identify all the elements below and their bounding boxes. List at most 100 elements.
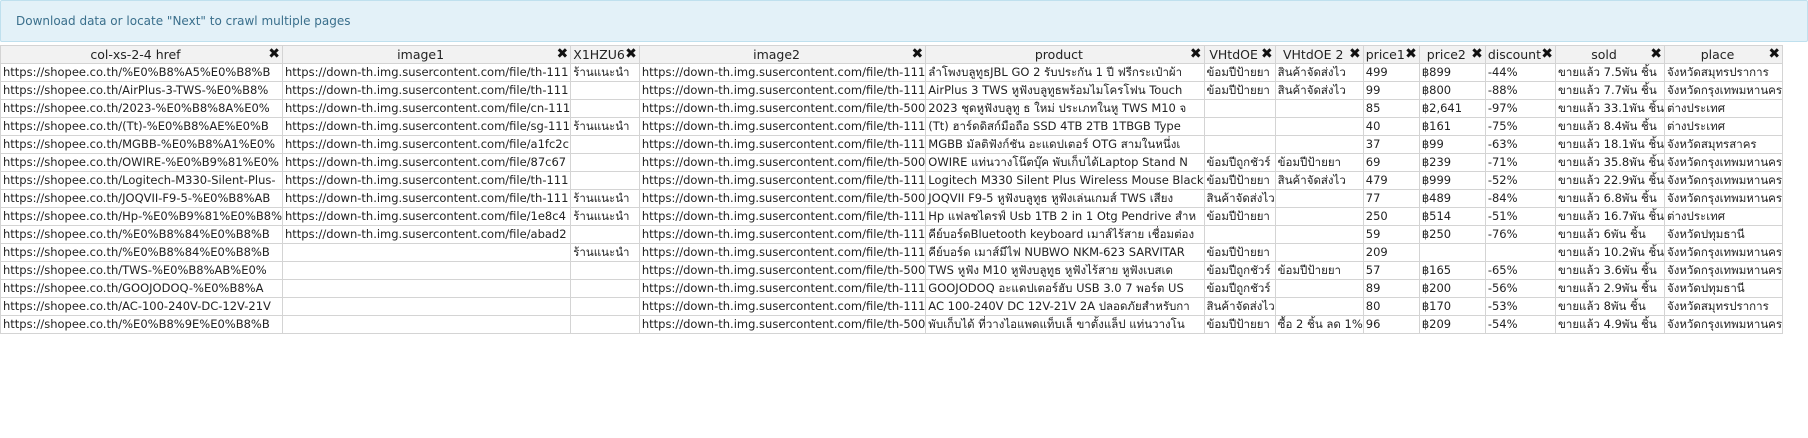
table-row: https://shopee.co.th/AirPlus-3-TWS-%E0%B…: [0, 81, 1784, 100]
table-cell: -44%: [1484, 63, 1557, 82]
column-header-label: price2: [1426, 47, 1466, 62]
header-row: col-xs-2-4 href ✖ image1 ✖ X1HZU6 ✖ image2 ✖ pro…: [0, 45, 1784, 64]
column-header[interactable]: image1 ✖: [281, 45, 572, 64]
table-cell: https://down-th.img.susercontent.com/fil…: [638, 153, 927, 172]
table-cell: จังหวัดสมุทรปราการ: [1663, 63, 1784, 82]
table-cell: -65%: [1484, 261, 1557, 280]
table-cell: https://down-th.img.susercontent.com/fil…: [638, 261, 927, 280]
table-cell: [1484, 243, 1557, 262]
table-cell: [1274, 279, 1364, 298]
table-cell: ร้านแนะนำ: [570, 117, 640, 136]
remove-column-icon[interactable]: ✖: [1190, 47, 1202, 63]
remove-column-icon[interactable]: ✖: [1349, 47, 1361, 63]
table-cell: 209: [1362, 243, 1420, 262]
table-cell: ข้อมปีป้ายยา: [1203, 81, 1276, 100]
table-cell: [570, 225, 640, 244]
table-cell: ฿800: [1418, 81, 1486, 100]
remove-column-icon[interactable]: ✖: [625, 47, 637, 63]
remove-column-icon[interactable]: ✖: [1541, 47, 1553, 63]
table-cell: https://down-th.img.susercontent.com/fil…: [638, 135, 927, 154]
table-cell: ขายแล้ว 33.1พัน ชิ้น: [1555, 99, 1665, 118]
table-cell: -52%: [1484, 171, 1557, 190]
column-header[interactable]: place ✖: [1663, 45, 1784, 64]
table-cell: จังหวัดกรุงเทพมหานคร: [1663, 171, 1784, 190]
table-cell: https://shopee.co.th/%E0%B8%A5%E0%B8%B: [0, 63, 283, 82]
remove-column-icon[interactable]: ✖: [557, 47, 569, 63]
column-header[interactable]: product ✖: [925, 45, 1205, 64]
table-cell: ข้อมปีถูกชัวร์: [1203, 261, 1276, 280]
table-cell: [1274, 135, 1364, 154]
column-header-label: discount: [1487, 47, 1541, 62]
remove-column-icon[interactable]: ✖: [1405, 47, 1417, 63]
column-header[interactable]: VHtdOE ✖: [1203, 45, 1276, 64]
table-cell: [570, 135, 640, 154]
table-cell: https://down-th.img.susercontent.com/fil…: [281, 153, 572, 172]
remove-column-icon[interactable]: ✖: [1261, 47, 1273, 63]
column-header[interactable]: X1HZU6 ✖: [570, 45, 640, 64]
remove-column-icon[interactable]: ✖: [1471, 47, 1483, 63]
table-cell: ลำโพงบลูทูธJBL GO 2 รับประกัน 1 ปี ฟรีกร…: [925, 63, 1205, 82]
column-header-label: VHtdOE 2: [1282, 47, 1344, 62]
remove-column-icon[interactable]: ✖: [1650, 47, 1662, 63]
column-header[interactable]: price1 ✖: [1362, 45, 1420, 64]
table-cell: 250: [1362, 207, 1420, 226]
table-cell: -51%: [1484, 207, 1557, 226]
column-header[interactable]: sold ✖: [1555, 45, 1665, 64]
table-cell: TWS หูฟัง M10 หูฟังบลูทูธ หูฟังไร้สาย หู…: [925, 261, 1205, 280]
table-cell: https://down-th.img.susercontent.com/fil…: [281, 63, 572, 82]
table-cell: 85: [1362, 99, 1420, 118]
remove-column-icon[interactable]: ✖: [268, 47, 280, 63]
table-cell: ฿161: [1418, 117, 1486, 136]
table-cell: https://shopee.co.th/%E0%B8%84%E0%B8%B: [0, 243, 283, 262]
table-cell: [1418, 243, 1486, 262]
table-cell: AirPlus 3 TWS หูฟังบลูทูธพร้อมไมโครโฟน T…: [925, 81, 1205, 100]
table-cell: [570, 315, 640, 334]
column-header-label: image1: [397, 47, 445, 62]
table-cell: คีย์บอร์ด เมาส์มีไฟ NUBWO NKM-623 SARVIT…: [925, 243, 1205, 262]
table-cell: 96: [1362, 315, 1420, 334]
table-cell: ฿2,641: [1418, 99, 1486, 118]
table-cell: 69: [1362, 153, 1420, 172]
table-cell: 2023 ชุดหูฟังบลูทู ธ ใหม่ ประเภทในหู TWS…: [925, 99, 1205, 118]
table-cell: https://shopee.co.th/2023-%E0%B8%8A%E0%: [0, 99, 283, 118]
table-cell: -53%: [1484, 297, 1557, 316]
table-cell: จังหวัดกรุงเทพมหานคร: [1663, 153, 1784, 172]
table-cell: ขายแล้ว 7.5พัน ชิ้น: [1555, 63, 1665, 82]
table-cell: ต่างประเทศ: [1663, 99, 1784, 118]
column-header[interactable]: VHtdOE 2 ✖: [1274, 45, 1364, 64]
table-cell: -76%: [1484, 225, 1557, 244]
table-cell: [281, 243, 572, 262]
table-cell: ข้อมปีป้ายยา: [1203, 207, 1276, 226]
table-cell: https://down-th.img.susercontent.com/fil…: [638, 117, 927, 136]
table-cell: ร้านแนะนำ: [570, 189, 640, 208]
remove-column-icon[interactable]: ✖: [912, 47, 924, 63]
table-cell: https://down-th.img.susercontent.com/fil…: [638, 81, 927, 100]
remove-column-icon[interactable]: ✖: [1768, 47, 1780, 63]
column-header[interactable]: price2 ✖: [1418, 45, 1486, 64]
column-header[interactable]: col-xs-2-4 href ✖: [0, 45, 283, 64]
table-cell: Logitech M330 Silent Plus Wireless Mouse…: [925, 171, 1205, 190]
table-cell: https://shopee.co.th/MGBB-%E0%B8%A1%E0%: [0, 135, 283, 154]
table-cell: [1274, 117, 1364, 136]
table-cell: https://down-th.img.susercontent.com/fil…: [638, 99, 927, 118]
table-cell: 37: [1362, 135, 1420, 154]
table-cell: GOOJODOQ อะแดปเตอร์ฮับ USB 3.0 7 พอร์ต U…: [925, 279, 1205, 298]
column-header[interactable]: discount ✖: [1484, 45, 1557, 64]
table-cell: https://shopee.co.th/Logitech-M330-Silen…: [0, 171, 283, 190]
table-cell: [570, 81, 640, 100]
table-row: https://shopee.co.th/2023-%E0%B8%8A%E0% h…: [0, 99, 1784, 118]
table-cell: https://down-th.img.susercontent.com/fil…: [638, 315, 927, 334]
table-cell: จังหวัดกรุงเทพมหานคร: [1663, 261, 1784, 280]
table-row: https://shopee.co.th/%E0%B8%A5%E0%B8%B ht…: [0, 63, 1784, 82]
table-row: https://shopee.co.th/MGBB-%E0%B8%A1%E0% h…: [0, 135, 1784, 154]
table-row: https://shopee.co.th/%E0%B8%84%E0%B8%B ร้…: [0, 243, 1784, 262]
table-cell: จังหวัดสมุทรปราการ: [1663, 297, 1784, 316]
column-header[interactable]: image2 ✖: [638, 45, 927, 64]
table-cell: ร้านแนะนำ: [570, 207, 640, 226]
table-cell: [570, 279, 640, 298]
table-cell: ขายแล้ว 35.8พัน ชิ้น: [1555, 153, 1665, 172]
table-cell: MGBB มัลติฟังก์ชัน อะแดปเตอร์ OTG สามในห…: [925, 135, 1205, 154]
table-cell: ฿209: [1418, 315, 1486, 334]
table-cell: [1274, 225, 1364, 244]
table-cell: ขายแล้ว 6.8พัน ชิ้น: [1555, 189, 1665, 208]
